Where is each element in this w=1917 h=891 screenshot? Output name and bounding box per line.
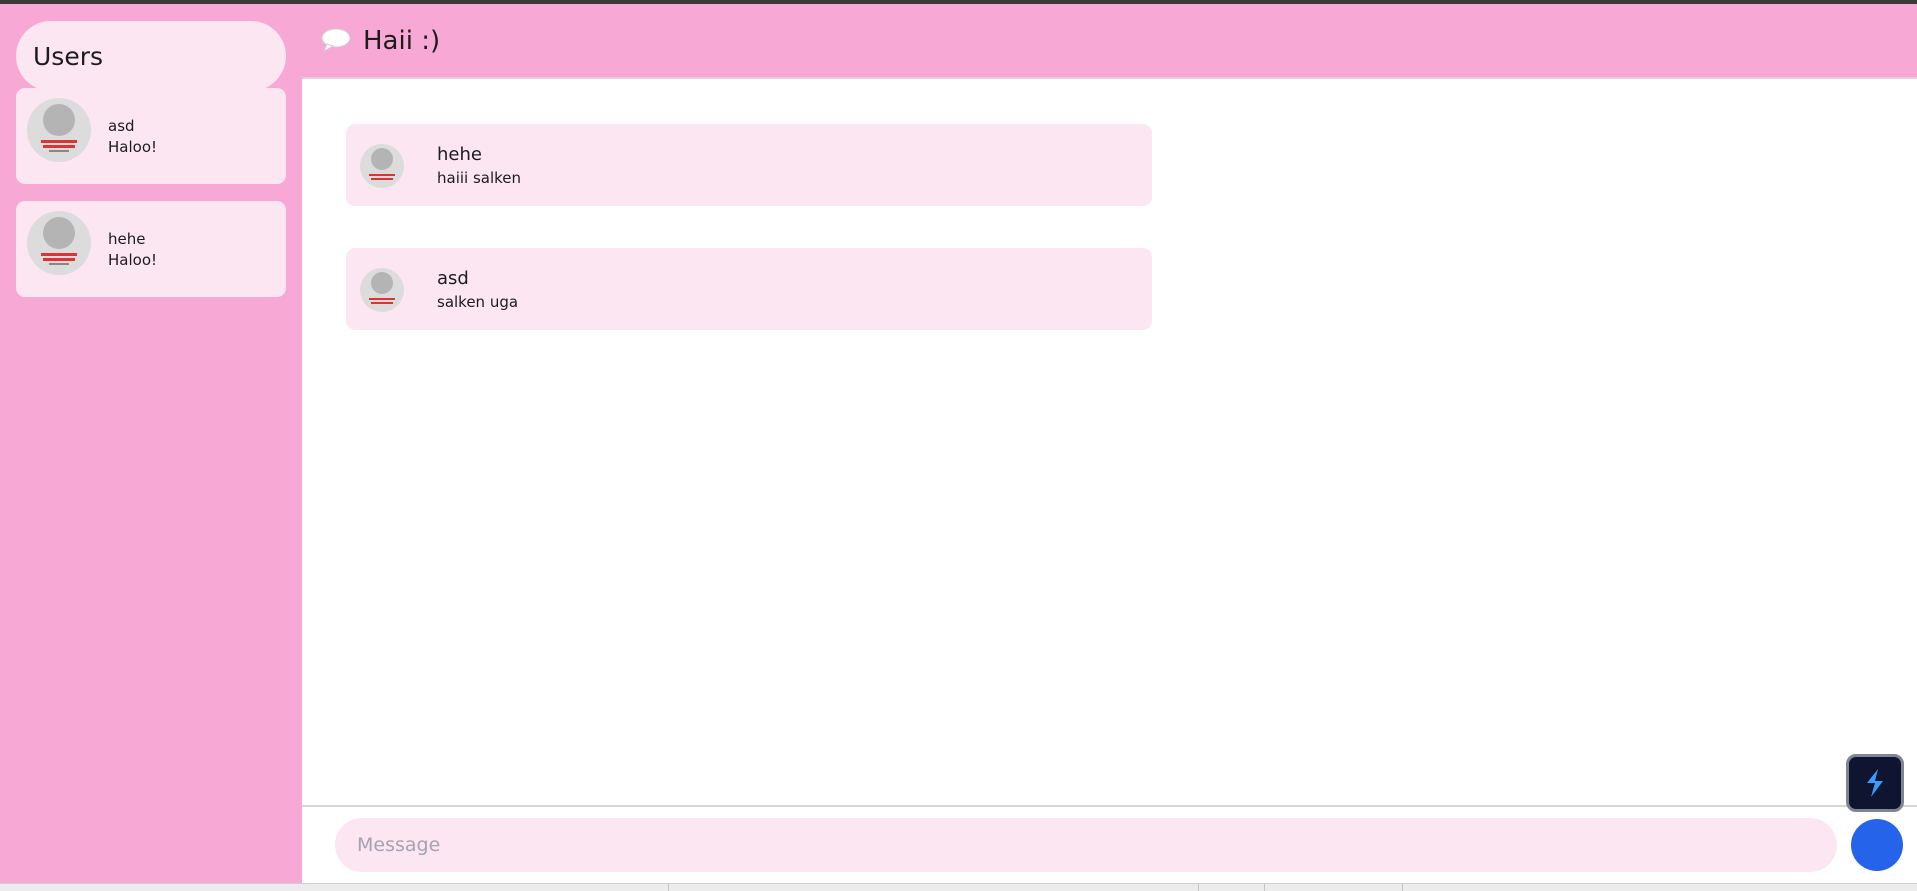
user-last-message: Haloo!	[108, 251, 158, 269]
user-last-message: Haloo!	[108, 138, 158, 156]
users-sidebar: Users asd Haloo! hehe Haloo!	[0, 4, 302, 883]
user-item-hehe[interactable]: hehe Haloo!	[16, 201, 286, 297]
user-item-asd[interactable]: asd Haloo!	[16, 88, 286, 184]
users-heading-label: Users	[33, 41, 104, 71]
message-composer	[302, 805, 1917, 883]
user-name: asd	[108, 117, 135, 135]
message-list[interactable]: hehe haiii salken asd salken uga	[302, 80, 1917, 805]
user-avatar	[27, 98, 91, 162]
message-text: haiii salken	[437, 169, 522, 187]
message-avatar	[360, 144, 404, 188]
message-item: hehe haiii salken	[346, 124, 1152, 206]
message-sender: asd	[437, 268, 469, 289]
user-name: hehe	[108, 230, 146, 248]
message-sender: hehe	[437, 144, 482, 165]
send-button[interactable]	[1851, 819, 1903, 871]
chat-title: Haii :)	[363, 26, 441, 56]
extension-button[interactable]	[1846, 754, 1904, 812]
message-text: salken uga	[437, 293, 519, 311]
lightning-s-icon	[1867, 769, 1883, 797]
users-heading: Users	[16, 21, 286, 91]
message-item: asd salken uga	[346, 248, 1152, 330]
os-taskbar	[0, 883, 1917, 891]
message-input[interactable]	[335, 818, 1837, 872]
speech-bubble-icon	[321, 28, 351, 52]
user-avatar	[27, 211, 91, 275]
chat-header: Haii :)	[302, 4, 1917, 79]
message-avatar	[360, 268, 404, 312]
